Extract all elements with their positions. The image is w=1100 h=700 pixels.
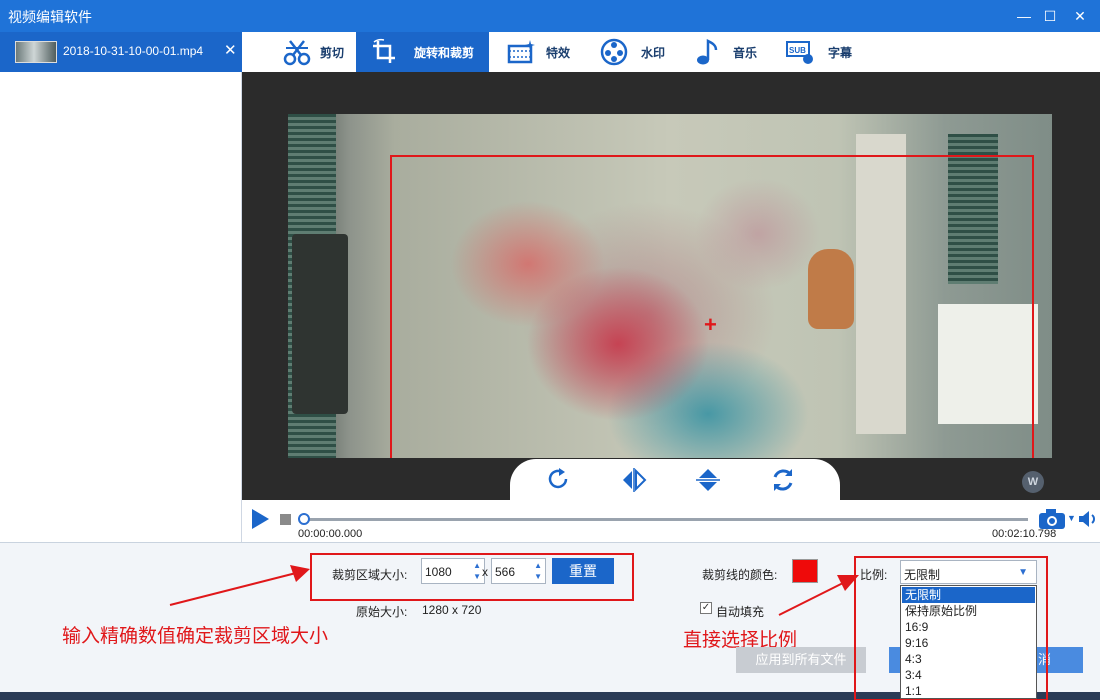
stop-icon[interactable] — [280, 514, 291, 525]
annotation-arrow-right — [778, 575, 859, 616]
file-thumbnail — [15, 41, 57, 63]
tab-rotate-crop[interactable]: 旋转和裁剪 — [356, 32, 489, 72]
original-size-value: 1280 x 720 — [422, 603, 482, 617]
music-note-icon — [697, 38, 718, 65]
volume-icon[interactable] — [1078, 509, 1098, 529]
auto-fill-label: 自动填充 — [716, 605, 765, 619]
crop-height-stepper[interactable]: 566 ▲ ▼ — [491, 558, 546, 584]
scissors-icon — [283, 40, 311, 66]
tab-label: 特效 — [546, 46, 571, 60]
minimize-button[interactable]: — — [1012, 4, 1036, 28]
decrement-icon[interactable]: ▼ — [473, 572, 481, 581]
current-time: 00:00:00.000 — [298, 528, 363, 540]
tab-cut[interactable]: 剪切 — [268, 32, 368, 72]
tool-tab-bar: 剪切 旋转和裁剪 特效 水印 音乐 SUB 字幕 — [242, 32, 1100, 72]
flip-horizontal-icon[interactable] — [619, 465, 649, 495]
camera-icon[interactable] — [1038, 508, 1066, 530]
close-file-icon[interactable]: ✕ — [224, 41, 237, 59]
tab-label: 水印 — [641, 46, 666, 60]
playback-bar: 00:00:00.000 00:02:10.798 ▼ — [242, 500, 1100, 542]
chalkboard-decoration — [292, 234, 348, 414]
watermark-icon — [600, 38, 628, 66]
increment-icon[interactable]: ▲ — [473, 561, 481, 570]
tab-watermark[interactable]: 水印 — [585, 32, 675, 72]
crop-rectangle[interactable]: + — [390, 155, 1034, 458]
play-icon[interactable] — [250, 508, 270, 530]
original-size-label: 原始大小: — [356, 605, 408, 619]
annotation-arrow-left — [169, 565, 310, 606]
progress-track[interactable] — [300, 518, 1028, 521]
file-name: 2018-10-31-10-00-01.mp4 — [63, 44, 204, 58]
increment-icon[interactable]: ▲ — [534, 561, 542, 570]
annotation-text-left: 输入精确数值确定裁剪区域大小 — [62, 626, 329, 647]
decrement-icon[interactable]: ▼ — [534, 572, 542, 581]
effects-icon — [507, 40, 535, 64]
crop-settings-panel: 裁剪区域大小: 1080 ▲ ▼ x 566 ▲ ▼ 重置 原始大小: 1280… — [0, 542, 1100, 700]
rotate-flip-controls — [510, 459, 840, 500]
progress-knob[interactable] — [298, 513, 310, 525]
video-preview: + ⌄ W — [242, 72, 1100, 500]
dimension-separator: x — [482, 565, 488, 579]
close-window-button[interactable]: ✕ — [1068, 4, 1092, 28]
tab-subtitle[interactable]: SUB 字幕 — [771, 32, 871, 72]
auto-fill-checkbox[interactable]: ✓ — [700, 602, 712, 614]
tab-effects[interactable]: 特效 — [492, 32, 582, 72]
tab-music[interactable]: 音乐 — [678, 32, 768, 72]
window-title: 视频编辑软件 — [8, 9, 92, 25]
video-frame: + — [288, 114, 1052, 458]
maximize-button[interactable]: ☐ — [1038, 4, 1062, 28]
svg-text:SUB: SUB — [789, 46, 806, 55]
crop-center-icon[interactable]: + — [704, 312, 717, 338]
tab-label: 字幕 — [828, 46, 853, 60]
tab-label: 剪切 — [320, 46, 345, 60]
flip-vertical-icon[interactable] — [693, 465, 723, 495]
watermark-logo-icon: W — [1022, 471, 1044, 493]
apply-to-all-button[interactable]: 应用到所有文件 — [736, 647, 866, 673]
reset-rotation-icon[interactable] — [768, 465, 798, 495]
title-bar: 视频编辑软件 — ☐ ✕ — [0, 0, 1100, 32]
tab-label: 旋转和裁剪 — [414, 46, 475, 60]
crop-width-value: 1080 — [425, 565, 452, 579]
crop-width-stepper[interactable]: 1080 ▲ ▼ — [421, 558, 485, 584]
tab-label: 音乐 — [733, 46, 758, 60]
crop-icon — [373, 38, 395, 63]
crop-line-color-label: 裁剪线的颜色: — [702, 568, 778, 582]
highlight-box-ratio — [854, 556, 1048, 700]
file-tab[interactable]: 2018-10-31-10-00-01.mp4 ✕ — [0, 32, 242, 72]
subtitle-icon: SUB — [786, 41, 813, 64]
crop-height-value: 566 — [495, 565, 516, 579]
crop-area-label: 裁剪区域大小: — [332, 568, 408, 582]
rotate-icon[interactable] — [544, 465, 574, 495]
reset-button[interactable]: 重置 — [552, 558, 614, 584]
snapshot-dropdown-icon[interactable]: ▼ — [1067, 513, 1076, 523]
file-list-panel: 2018-10-31-10-00-01.mp4 ✕ — [0, 32, 242, 542]
